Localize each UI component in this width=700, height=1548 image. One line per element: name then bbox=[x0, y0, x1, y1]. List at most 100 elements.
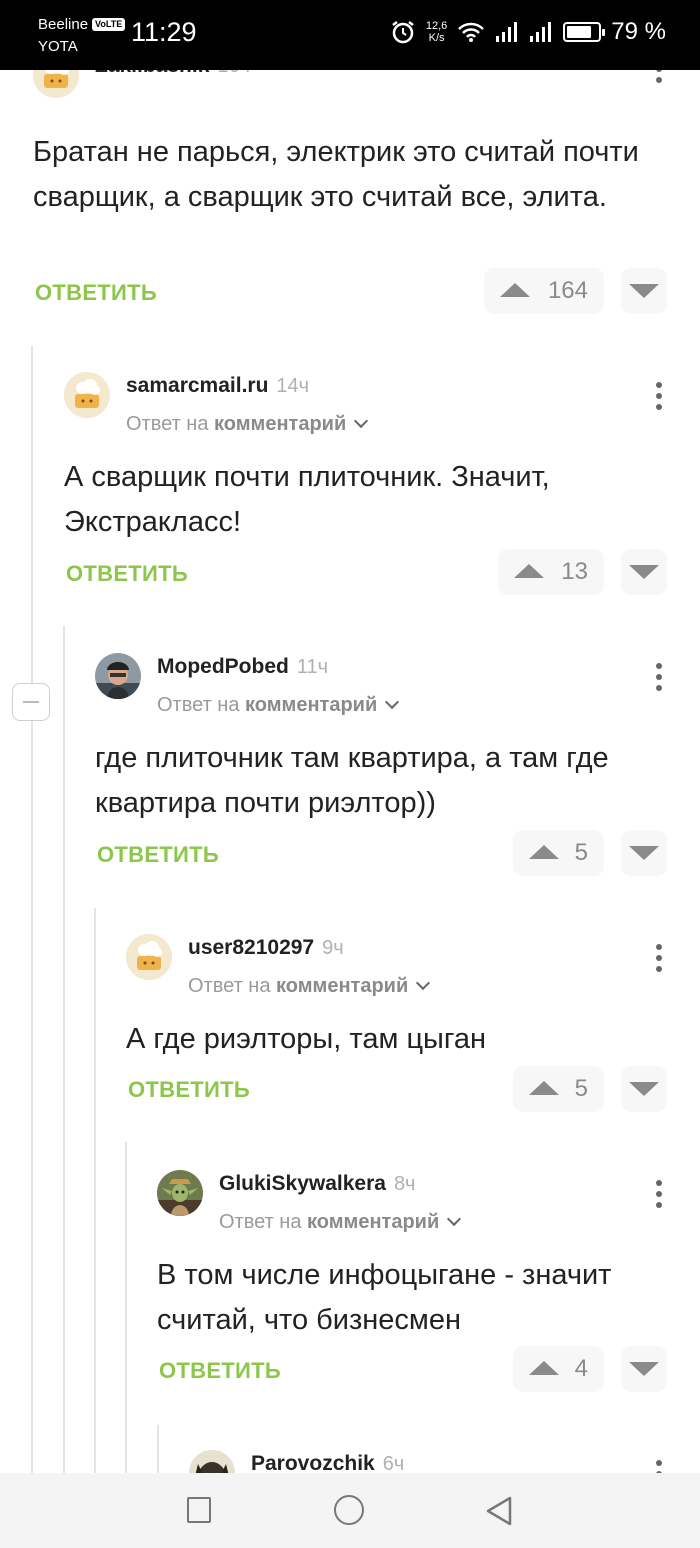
wifi-icon bbox=[458, 22, 485, 42]
upvote-button[interactable]: 13 bbox=[498, 549, 604, 595]
avatar[interactable] bbox=[157, 1170, 203, 1216]
reply-to-target: комментарий bbox=[214, 413, 347, 435]
upvote-button[interactable]: 5 bbox=[513, 1066, 604, 1112]
speed-value: 12,6 bbox=[425, 20, 448, 32]
arrow-down-icon bbox=[629, 846, 659, 860]
reply-button[interactable]: ОТВЕТИТЬ bbox=[159, 1358, 281, 1384]
arrow-down-icon bbox=[629, 1362, 659, 1376]
chevron-down-icon bbox=[416, 975, 431, 991]
vote-count: 4 bbox=[574, 1355, 588, 1382]
avatar[interactable] bbox=[126, 934, 172, 980]
comment-header: samarcmail.ru 14ч Ответ на комментарий bbox=[64, 372, 667, 435]
thread-line-level5 bbox=[157, 1425, 159, 1476]
comment-time: 11ч bbox=[296, 656, 329, 678]
vote-count: 13 bbox=[561, 558, 588, 585]
more-options-icon[interactable] bbox=[656, 382, 662, 415]
arrow-up-icon bbox=[500, 283, 530, 297]
arrow-up-icon bbox=[529, 845, 559, 859]
thread-line-level1 bbox=[31, 346, 33, 1476]
avatar[interactable] bbox=[64, 372, 110, 418]
reply-button[interactable]: ОТВЕТИТЬ bbox=[97, 842, 219, 868]
recent-apps-icon[interactable] bbox=[187, 1497, 211, 1523]
reply-to-link[interactable]: Ответ на комментарий bbox=[188, 975, 431, 998]
signal-icon-2 bbox=[530, 22, 552, 42]
back-icon[interactable] bbox=[484, 1495, 514, 1527]
downvote-button[interactable] bbox=[621, 268, 667, 314]
comment-text: где плиточник там квартира, а там где кв… bbox=[95, 742, 609, 819]
status-time: 11:29 bbox=[131, 17, 197, 47]
arrow-down-icon bbox=[629, 565, 659, 579]
upvote-button[interactable]: 4 bbox=[513, 1346, 604, 1392]
chevron-down-icon bbox=[354, 413, 369, 429]
reply-to-target: комментарий bbox=[245, 694, 378, 716]
username[interactable]: MopedPobed 11ч bbox=[157, 655, 328, 679]
reply-button[interactable]: ОТВЕТИТЬ bbox=[66, 561, 188, 587]
downvote-button[interactable] bbox=[621, 1346, 667, 1392]
username[interactable]: GlukiSkywalkera 8ч bbox=[219, 1172, 415, 1196]
reply-button[interactable]: ОТВЕТИТЬ bbox=[35, 280, 157, 306]
arrow-up-icon bbox=[529, 1361, 559, 1375]
default-avatar-icon bbox=[126, 934, 172, 980]
username[interactable]: user8210297 9ч bbox=[188, 936, 344, 960]
comment-time: 8ч bbox=[393, 1173, 416, 1195]
network-speed: 12,6 K/s bbox=[426, 20, 447, 44]
chevron-down-icon bbox=[447, 1211, 462, 1227]
reply-to-link[interactable]: Ответ на комментарий bbox=[219, 1211, 462, 1234]
reply-to-label: Ответ на bbox=[157, 694, 240, 716]
username-text: Parovozchik bbox=[251, 1452, 375, 1475]
collapse-thread-button[interactable] bbox=[12, 683, 50, 721]
comment-text: А сварщик почти плиточник. Значит, Экстр… bbox=[64, 461, 550, 538]
reply-button[interactable]: ОТВЕТИТЬ bbox=[128, 1077, 250, 1103]
username-text: user8210297 bbox=[188, 936, 315, 959]
more-options-icon[interactable] bbox=[656, 944, 662, 977]
comment: samarcmail.ru 14ч Ответ на комментарий А … bbox=[64, 372, 667, 595]
speed-unit: K/s bbox=[428, 32, 445, 44]
comment: MopedPobed 11ч Ответ на комментарий где п… bbox=[95, 653, 667, 876]
status-icons: 12,6 K/s 79 % bbox=[390, 18, 666, 46]
comment: user8210297 9ч Ответ на комментарий А где… bbox=[126, 934, 667, 1112]
arrow-down-icon bbox=[629, 284, 659, 298]
battery-percent: 79 % bbox=[611, 18, 666, 45]
home-icon[interactable] bbox=[334, 1495, 364, 1525]
reply-to-label: Ответ на bbox=[188, 975, 271, 997]
battery-fill bbox=[567, 26, 592, 38]
username-text: samarcmail.ru bbox=[126, 374, 269, 397]
comment-text: Братан не парься, электрик это считай по… bbox=[33, 136, 639, 213]
username[interactable]: samarcmail.ru 14ч bbox=[126, 374, 309, 398]
carrier-yota: YOTA bbox=[38, 38, 78, 55]
carrier-info: Beeline VoLTE YOTA bbox=[38, 14, 126, 58]
avatar[interactable] bbox=[95, 653, 141, 699]
vote-count: 5 bbox=[574, 1075, 588, 1102]
comment-time: 9ч bbox=[322, 937, 344, 959]
arrow-down-icon bbox=[629, 1082, 659, 1096]
username-text: GlukiSkywalkera bbox=[219, 1172, 386, 1195]
reply-to-target: комментарий bbox=[307, 1211, 440, 1233]
comment-time: 14ч bbox=[276, 375, 310, 397]
default-avatar-icon bbox=[64, 372, 110, 418]
comment-text: В том числе инфоцыгане - значит считай, … bbox=[157, 1259, 612, 1336]
reply-to-link[interactable]: Ответ на комментарий bbox=[157, 694, 400, 717]
navigation-bar bbox=[0, 1473, 700, 1548]
more-options-icon[interactable] bbox=[656, 663, 662, 696]
thread-line-level4 bbox=[125, 1142, 127, 1476]
downvote-button[interactable] bbox=[621, 830, 667, 876]
reply-to-label: Ответ на bbox=[126, 413, 209, 435]
reply-to-target: комментарий bbox=[276, 975, 409, 997]
more-options-icon[interactable] bbox=[656, 1180, 662, 1213]
comment-header: GlukiSkywalkera 8ч Ответ на комментарий bbox=[157, 1170, 667, 1233]
photo-avatar-icon bbox=[95, 653, 141, 699]
downvote-button[interactable] bbox=[621, 549, 667, 595]
reply-to-link[interactable]: Ответ на комментарий bbox=[126, 413, 369, 436]
arrow-up-icon bbox=[529, 1081, 559, 1095]
thread-line-level2 bbox=[63, 626, 65, 1476]
comment-text: А где риэлторы, там цыган bbox=[126, 1023, 486, 1055]
thread-line-level3 bbox=[94, 908, 96, 1476]
upvote-button[interactable]: 5 bbox=[513, 830, 604, 876]
signal-icon-1 bbox=[496, 22, 518, 42]
comment-header: MopedPobed 11ч Ответ на комментарий bbox=[95, 653, 667, 716]
vote-count: 5 bbox=[574, 839, 588, 866]
comment-header: user8210297 9ч Ответ на комментарий bbox=[126, 934, 667, 997]
upvote-button[interactable]: 164 bbox=[484, 268, 604, 314]
vote-count: 164 bbox=[547, 277, 588, 304]
downvote-button[interactable] bbox=[621, 1066, 667, 1112]
